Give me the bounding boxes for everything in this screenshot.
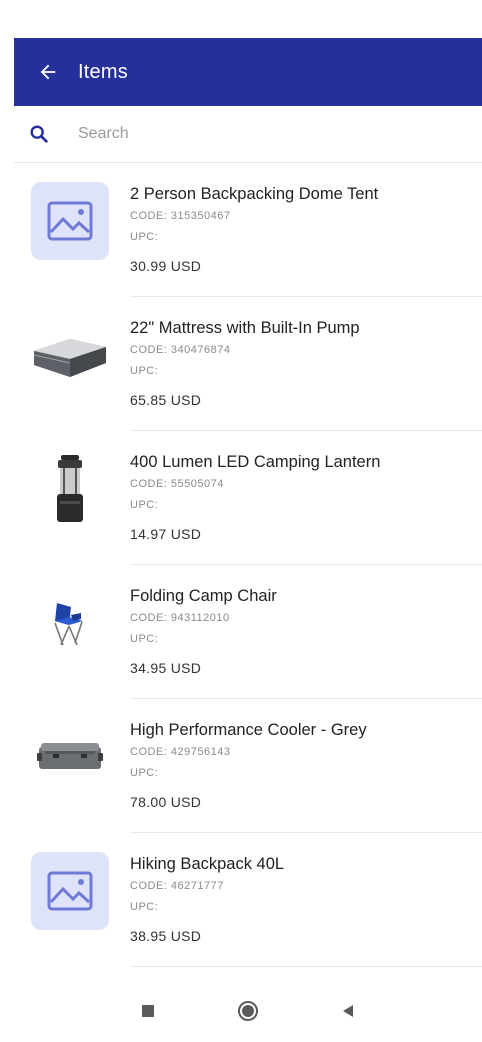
item-price: 65.85 USD <box>130 392 202 408</box>
search-input[interactable] <box>64 124 460 144</box>
item-thumbnail <box>30 583 110 663</box>
search-bar <box>14 106 482 163</box>
chair-photo <box>54 603 83 646</box>
item-price: 38.95 USD <box>130 928 202 944</box>
item-name: Hiking Backpack 40L <box>130 855 285 873</box>
arrow-left-icon <box>40 64 56 80</box>
item-code: CODE: 46271777 <box>130 880 224 892</box>
item-thumbnail <box>30 449 110 529</box>
lantern-photo <box>57 455 83 522</box>
item-price: 34.95 USD <box>130 660 202 676</box>
item-upc: UPC: <box>130 499 159 511</box>
item-upc: UPC: <box>130 767 159 779</box>
item-name: 2 Person Backpacking Dome Tent <box>130 185 379 203</box>
mattress-photo <box>33 339 106 377</box>
item-code: CODE: 340476874 <box>130 344 231 356</box>
app-bar: Items <box>14 38 482 106</box>
items-list: 2 Person Backpacking Dome Tent CODE: 315… <box>14 163 482 967</box>
triangle-left-icon <box>343 1005 353 1017</box>
item-thumbnail <box>30 315 110 395</box>
item-code: CODE: 429756143 <box>130 746 231 758</box>
back-nav-button[interactable] <box>341 1004 355 1018</box>
item-thumbnail <box>30 717 110 797</box>
item-code: CODE: 55505074 <box>130 478 224 490</box>
item-price: 30.99 USD <box>130 258 202 274</box>
placeholder-image-icon <box>47 871 93 911</box>
item-upc: UPC: <box>130 231 159 243</box>
circle-icon <box>238 1001 258 1021</box>
item-code: CODE: 943112010 <box>130 612 230 624</box>
placeholder-image-icon <box>47 201 93 241</box>
list-item[interactable]: 400 Lumen LED Camping Lantern CODE: 5550… <box>14 431 482 565</box>
system-nav-bar <box>14 980 482 1042</box>
item-name: High Performance Cooler - Grey <box>130 721 367 739</box>
recents-button[interactable] <box>141 1004 155 1018</box>
item-thumbnail <box>30 851 110 931</box>
list-item[interactable]: Hiking Backpack 40L CODE: 46271777 UPC: … <box>14 833 482 967</box>
item-name: 400 Lumen LED Camping Lantern <box>130 453 381 471</box>
list-item[interactable]: High Performance Cooler - Grey CODE: 429… <box>14 699 482 833</box>
item-upc: UPC: <box>130 365 159 377</box>
cooler-photo <box>37 743 103 769</box>
home-button[interactable] <box>237 1000 259 1022</box>
square-icon <box>142 1005 154 1017</box>
item-price: 14.97 USD <box>130 526 202 542</box>
back-button[interactable] <box>22 38 74 106</box>
page-title: Items <box>78 60 128 83</box>
search-icon[interactable] <box>14 123 64 145</box>
list-item[interactable]: 22" Mattress with Built-In Pump CODE: 34… <box>14 297 482 431</box>
list-item[interactable]: Folding Camp Chair CODE: 943112010 UPC: … <box>14 565 482 699</box>
item-upc: UPC: <box>130 901 159 913</box>
item-name: 22" Mattress with Built-In Pump <box>130 319 360 337</box>
item-name: Folding Camp Chair <box>130 587 277 605</box>
item-code: CODE: 315350467 <box>130 210 231 222</box>
item-thumbnail <box>30 181 110 261</box>
item-price: 78.00 USD <box>130 794 202 810</box>
list-item[interactable]: 2 Person Backpacking Dome Tent CODE: 315… <box>14 163 482 297</box>
item-upc: UPC: <box>130 633 159 645</box>
